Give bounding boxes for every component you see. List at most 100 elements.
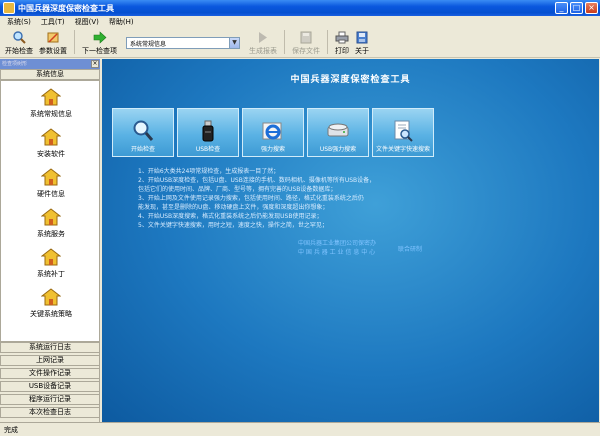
org-tag: 联合研制 (398, 246, 423, 253)
house-icon (41, 248, 61, 266)
menu-tools[interactable]: 工具(T) (36, 17, 70, 27)
about-button[interactable]: 关于 (352, 29, 372, 57)
param-settings-label: 参数设置 (39, 47, 67, 55)
close-button[interactable]: × (585, 2, 598, 14)
sidebar-item-panel: 系统常规信息 安装软件 硬件信息 系统服务 系统补丁 关键系统策略 (0, 80, 100, 342)
magnifier-icon (12, 31, 26, 44)
toolbar-separator (284, 29, 285, 54)
feature-usb-check-button[interactable]: USB检查 (177, 108, 239, 157)
toolbar-separator (74, 29, 75, 54)
save-file-button[interactable]: 保存文件 (289, 29, 323, 57)
save-icon (299, 31, 313, 44)
sidebar-item-label: 关键系统策略 (30, 310, 72, 318)
gen-report-label: 生成报表 (249, 47, 277, 55)
menu-help[interactable]: 帮助(H) (104, 17, 139, 27)
description-line: 5、文件关键字快速搜索，用时之短，速度之快，操作之简，世之罕见； (138, 222, 328, 229)
feature-label: USB强力搜索 (319, 146, 357, 153)
feature-label: 开始检查 (130, 146, 155, 153)
settings-icon (46, 31, 60, 44)
sidebar-group-run-log[interactable]: 系统运行日志 (0, 342, 100, 353)
about-label: 关于 (355, 47, 369, 55)
status-text: 完成 (4, 425, 18, 434)
feature-label: 文件关键字快速搜索 (375, 146, 430, 153)
org-credits: 中国兵器工业集团公司保密办 中 国 兵 器 工 业 信 息 中 心 (298, 239, 376, 257)
sidebar-item-key-policies[interactable]: 关键系统策略 (1, 288, 101, 319)
feature-label: USB检查 (195, 146, 221, 153)
check-item-select[interactable]: 系统常规信息 ▼ (126, 37, 240, 49)
org-line: 中 国 兵 器 工 业 信 息 中 心 (298, 249, 376, 256)
sidebar-item-system-services[interactable]: 系统服务 (1, 208, 101, 239)
sidebar-item-hardware-info[interactable]: 硬件信息 (1, 168, 101, 199)
next-item-label: 下一检查项 (82, 47, 117, 55)
sidebar-item-label: 硬件信息 (37, 190, 65, 198)
description-line: 1、开始6大类共24项常规检查，生成报表一目了然； (138, 168, 280, 175)
document-search-icon (394, 120, 413, 142)
feature-keyword-search-button[interactable]: 文件关键字快速搜索 (372, 108, 434, 157)
gen-report-button[interactable]: 生成报表 (246, 29, 280, 57)
sidebar-item-system-patches[interactable]: 系统补丁 (1, 248, 101, 279)
window-title: 中国兵器深度保密检查工具 (18, 3, 114, 13)
save-file-label: 保存文件 (292, 47, 320, 55)
sidebar-item-label: 安装软件 (37, 150, 65, 158)
sidebar-group-usb-records[interactable]: USB设备记录 (0, 381, 100, 392)
sidebar-item-installed-software[interactable]: 安装软件 (1, 128, 101, 159)
menu-bar: 系统(S) 工具(T) 视图(V) 帮助(H) (0, 16, 600, 28)
minimize-button[interactable]: _ (555, 2, 568, 14)
menu-system[interactable]: 系统(S) (2, 17, 36, 27)
app-icon (3, 2, 15, 14)
chevron-down-icon[interactable]: ▼ (229, 38, 239, 48)
feature-label: 强力搜索 (260, 146, 285, 153)
sidebar-item-general-info[interactable]: 系统常规信息 (1, 88, 101, 119)
feature-buttons: 开始检查 USB检查 强力搜索 USB强力搜索 文件关键字快速搜索 (112, 108, 437, 157)
report-icon (256, 31, 270, 44)
status-bar: 完成 (0, 422, 600, 436)
print-label: 打印 (335, 47, 349, 55)
feature-usb-power-search-button[interactable]: USB强力搜索 (307, 108, 369, 157)
description-line: 包括它们的使用时间、品牌、厂商、型号等，拥有完善的USB设备数据库； (138, 186, 337, 193)
house-icon (41, 208, 61, 226)
house-icon (41, 288, 61, 306)
house-icon (41, 128, 61, 146)
sidebar-group-program-runs[interactable]: 程序运行记录 (0, 394, 100, 405)
sidebar-group-file-ops[interactable]: 文件操作记录 (0, 368, 100, 379)
print-button[interactable]: 打印 (332, 29, 352, 57)
arrow-right-icon (93, 31, 107, 44)
title-bar: 中国兵器深度保密检查工具 _ □ × (0, 0, 600, 16)
sidebar-close-icon[interactable]: × (91, 60, 99, 68)
org-line: 中国兵器工业集团公司保密办 (298, 240, 377, 247)
sidebar-header: 检查项树形 × (0, 59, 100, 69)
sidebar-group-check-log[interactable]: 本次检查日志 (0, 407, 100, 418)
magnifier-icon (133, 120, 154, 141)
feature-power-search-button[interactable]: 强力搜索 (242, 108, 304, 157)
sidebar-group-web-history[interactable]: 上网记录 (0, 355, 100, 366)
description-line: 2、开始USB深度检查，包括U盘、USB连接的手机、数码相机、摄像机等所有USB… (138, 177, 376, 184)
check-item-select-value: 系统常规信息 (130, 40, 167, 48)
house-icon (41, 168, 61, 186)
feature-start-check-button[interactable]: 开始检查 (112, 108, 174, 157)
main-title: 中国兵器深度保密检查工具 (290, 75, 411, 85)
description-line: 4、开始USB深度搜索，格式化重装系统之后仍能发现USB使用记录； (138, 213, 323, 220)
start-check-label: 开始检查 (5, 47, 33, 55)
maximize-button[interactable]: □ (570, 2, 583, 14)
printer-icon (335, 31, 349, 44)
sidebar-header-title: 检查项树形 (2, 61, 28, 67)
menu-view[interactable]: 视图(V) (70, 17, 104, 27)
hard-drive-icon (327, 123, 349, 137)
toolbar-separator (327, 29, 328, 54)
sidebar-item-label: 系统常规信息 (30, 110, 72, 118)
param-settings-button[interactable]: 参数设置 (36, 29, 70, 57)
sidebar: 检查项树形 × 系统信息 系统常规信息 安装软件 硬件信息 系统服务 系统补丁 … (0, 59, 100, 422)
next-item-button[interactable]: 下一检查项 (79, 29, 120, 57)
ie-browser-icon (262, 122, 282, 140)
main-panel: 中国兵器深度保密检查工具 开始检查 USB检查 强力搜索 USB强力搜索 文件关… (102, 59, 599, 422)
sidebar-group-system-info[interactable]: 系统信息 (0, 69, 100, 80)
about-icon (355, 31, 369, 44)
usb-drive-icon (202, 120, 214, 142)
house-icon (41, 88, 61, 106)
description-list: 1、开始6大类共24项常规检查，生成报表一目了然； 2、开始USB深度检查，包括… (138, 167, 438, 230)
description-line: 能发现，甚至是删除的U盘、移动硬盘上文件，强度和深度超出你想象； (138, 204, 329, 211)
description-line: 3、开始上网及文件使用记录强力搜索，包括使用时间、路径，格式化重装系统之后仍 (138, 195, 364, 202)
start-check-button[interactable]: 开始检查 (2, 29, 36, 57)
sidebar-item-label: 系统补丁 (37, 270, 65, 278)
sidebar-item-label: 系统服务 (37, 230, 65, 238)
